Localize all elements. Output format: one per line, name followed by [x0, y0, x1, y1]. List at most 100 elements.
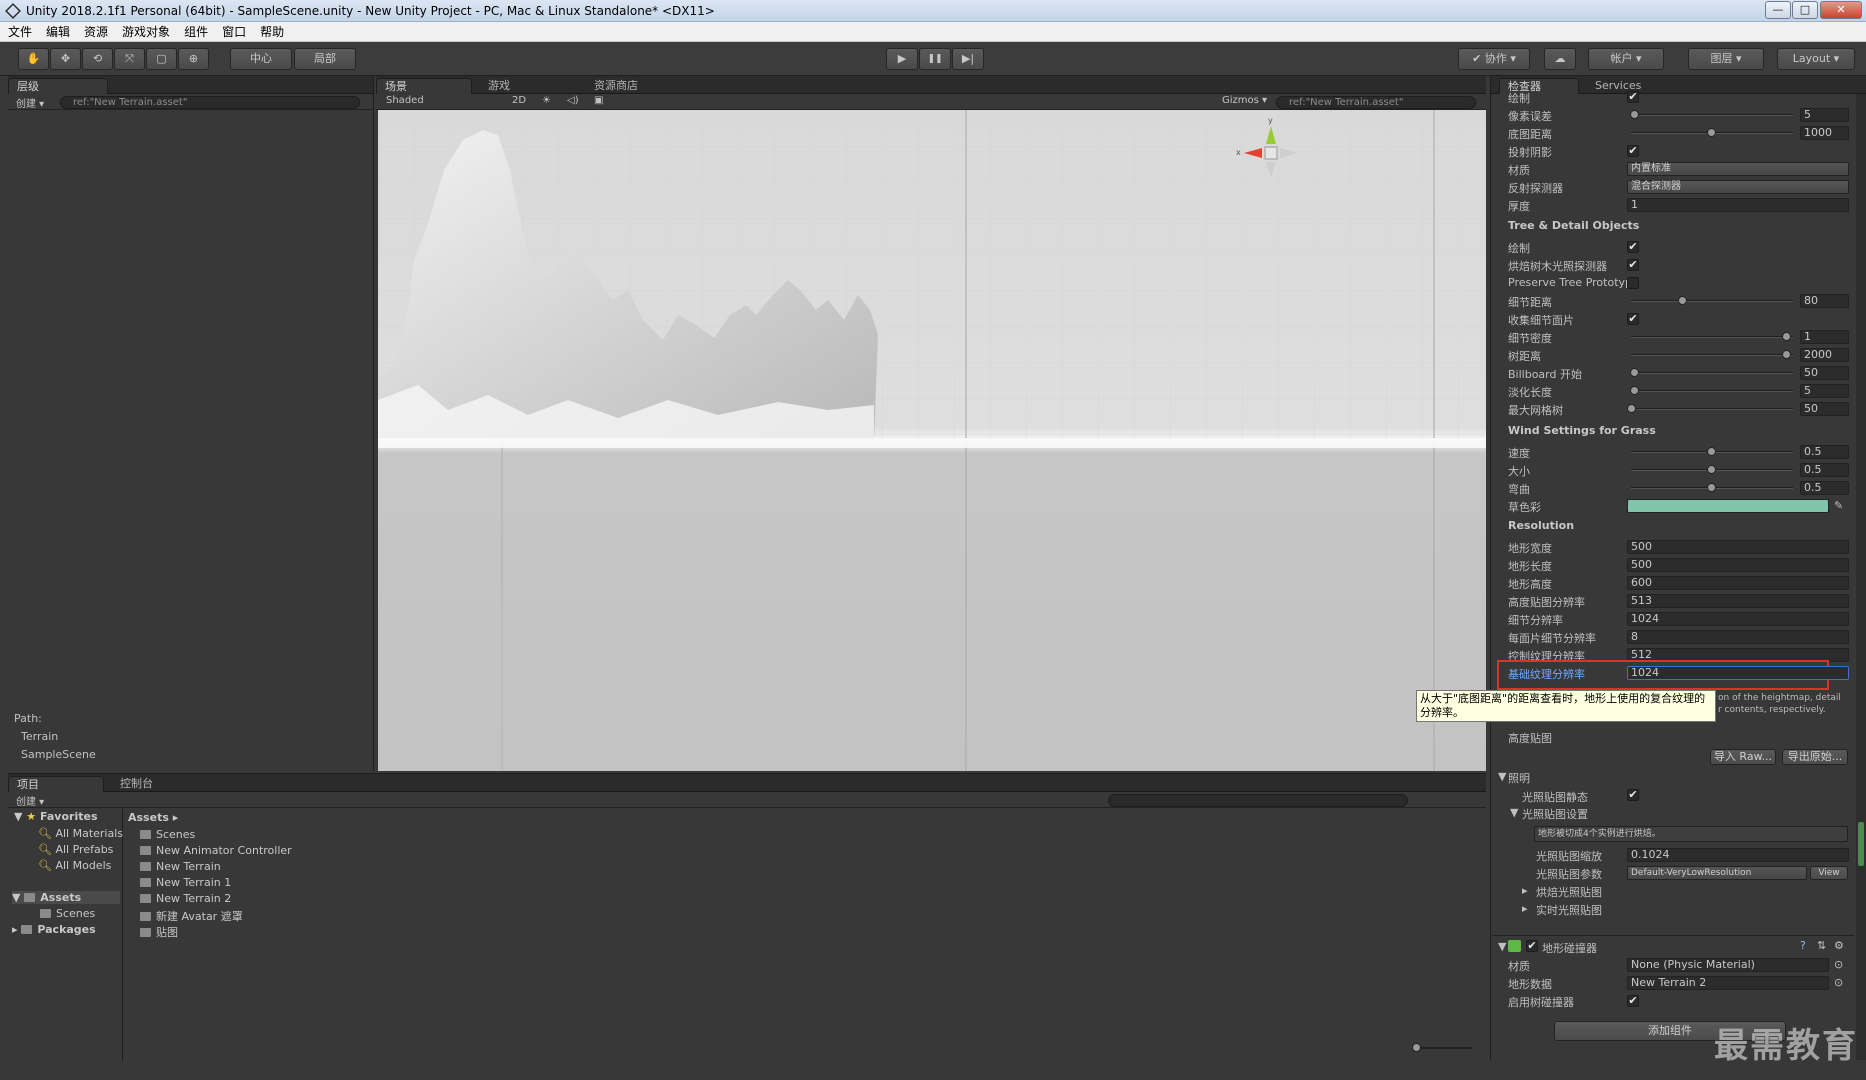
- scene-lighting-icon[interactable]: ☀: [542, 95, 551, 106]
- maximize-button[interactable]: □: [1792, 1, 1818, 19]
- resolution-input[interactable]: 500: [1627, 558, 1849, 572]
- resolution-input[interactable]: 600: [1627, 576, 1849, 590]
- packages-folder[interactable]: ▸ Packages: [12, 923, 96, 936]
- move-tool-icon[interactable]: ✥: [50, 48, 81, 70]
- help-icon[interactable]: ?: [1800, 939, 1806, 952]
- render-checkbox[interactable]: ✔: [1627, 91, 1639, 103]
- resolution-input[interactable]: 8: [1627, 630, 1849, 644]
- menu-gameobject[interactable]: 游戏对象: [116, 22, 176, 42]
- assets-folder[interactable]: ▼ Assets: [12, 891, 120, 904]
- wind-slider-knob[interactable]: [1707, 483, 1716, 492]
- wind-color-swatch[interactable]: [1627, 499, 1829, 513]
- baked-lightmap-label[interactable]: 烘焙光照贴图: [1536, 884, 1602, 900]
- lightmap-settings-foldout-icon[interactable]: ▼: [1510, 806, 1518, 819]
- project-file-item[interactable]: Scenes: [140, 828, 195, 841]
- project-file-item[interactable]: New Terrain 2: [140, 892, 231, 905]
- tree-detail-slider-track[interactable]: [1631, 372, 1793, 374]
- lightmap-view-button[interactable]: View: [1810, 866, 1848, 880]
- transform-tool-icon[interactable]: ⊕: [178, 48, 209, 70]
- scene-orientation-gizmo[interactable]: y x: [1236, 116, 1306, 188]
- wind-slider-knob[interactable]: [1707, 447, 1716, 456]
- project-breadcrumb[interactable]: Assets ▸: [128, 811, 178, 824]
- settings-gear-icon[interactable]: ⚙: [1834, 939, 1844, 952]
- path-item-scene[interactable]: SampleScene: [21, 748, 96, 761]
- tree-detail-value-input[interactable]: 5: [1800, 384, 1849, 398]
- menu-component[interactable]: 组件: [178, 22, 214, 42]
- project-splitter[interactable]: [122, 809, 123, 1061]
- scene-effects-icon[interactable]: ▣: [594, 95, 603, 106]
- path-item-terrain[interactable]: Terrain: [21, 730, 58, 743]
- layers-dropdown[interactable]: 图层 ▾: [1688, 48, 1764, 70]
- tree-detail-slider-track[interactable]: [1631, 300, 1793, 302]
- tree-detail-checkbox[interactable]: ✔: [1627, 313, 1639, 325]
- tree-detail-value-input[interactable]: 1: [1800, 330, 1849, 344]
- rect-tool-icon[interactable]: ▢: [146, 48, 177, 70]
- hierarchy-search-input[interactable]: ref:"New Terrain.asset": [60, 96, 360, 109]
- render-slider-knob[interactable]: [1707, 128, 1716, 137]
- zoom-slider[interactable]: [1412, 1043, 1472, 1052]
- tab-asset-store[interactable]: 资源商店: [586, 78, 646, 94]
- lightmap-static-checkbox[interactable]: ✔: [1627, 789, 1639, 801]
- tab-services[interactable]: Services: [1587, 78, 1649, 94]
- tab-project[interactable]: 项目: [8, 776, 104, 792]
- scene-viewport[interactable]: y x: [378, 110, 1486, 771]
- render-dropdown[interactable]: 混合探测器: [1627, 180, 1849, 194]
- wind-value-input[interactable]: 0.5: [1800, 481, 1849, 495]
- scenes-folder[interactable]: Scenes: [40, 907, 95, 920]
- export-raw-button[interactable]: 导出原始...: [1782, 749, 1848, 765]
- pause-button[interactable]: ❚❚: [919, 48, 951, 70]
- tab-hierarchy[interactable]: 层级: [8, 78, 108, 94]
- inspector-scrollbar[interactable]: [1856, 94, 1866, 1060]
- cloud-icon[interactable]: ☁: [1544, 48, 1576, 70]
- scale-tool-icon[interactable]: ⤧: [114, 48, 145, 70]
- collider-enabled-checkbox[interactable]: ✔: [1526, 940, 1538, 952]
- wind-value-input[interactable]: 0.5: [1800, 445, 1849, 459]
- realtime-lightmap-foldout-icon[interactable]: ▸: [1522, 902, 1528, 915]
- wind-eyedropper-icon[interactable]: ✎: [1834, 499, 1843, 512]
- render-input[interactable]: 1: [1627, 198, 1849, 212]
- tree-detail-slider-track[interactable]: [1631, 408, 1793, 410]
- 2d-toggle-button[interactable]: 2D: [512, 95, 526, 106]
- scrollbar-thumb[interactable]: [1858, 822, 1864, 866]
- tree-detail-value-input[interactable]: 50: [1800, 402, 1849, 416]
- tab-game[interactable]: 游戏: [480, 78, 518, 94]
- project-file-item[interactable]: New Terrain: [140, 860, 221, 873]
- project-file-item[interactable]: New Terrain 1: [140, 876, 231, 889]
- account-dropdown[interactable]: 帐户 ▾: [1588, 48, 1664, 70]
- hierarchy-create-button[interactable]: 创建 ▾: [16, 95, 44, 110]
- object-picker-icon[interactable]: ⊙: [1834, 976, 1843, 989]
- project-search-input[interactable]: [1108, 794, 1408, 807]
- project-file-item[interactable]: 贴图: [140, 924, 178, 940]
- fav-all-models[interactable]: 🔍︎ All Models: [38, 859, 111, 872]
- menu-assets[interactable]: 资源: [78, 22, 114, 42]
- space-toggle-button[interactable]: 局部: [294, 48, 356, 70]
- realtime-lightmap-label[interactable]: 实时光照贴图: [1536, 902, 1602, 918]
- menu-window[interactable]: 窗口: [216, 22, 252, 42]
- layout-dropdown[interactable]: Layout ▾: [1777, 48, 1855, 70]
- project-file-item[interactable]: 新建 Avatar 遮罩: [140, 908, 243, 924]
- gizmos-dropdown[interactable]: Gizmos ▾: [1222, 95, 1267, 106]
- tree-detail-checkbox[interactable]: ✔: [1627, 241, 1639, 253]
- collab-button[interactable]: ✔ 协作 ▾: [1458, 48, 1530, 70]
- lightmap-scale-input[interactable]: 0.1024: [1627, 848, 1849, 862]
- wind-slider-knob[interactable]: [1707, 465, 1716, 474]
- hand-tool-icon[interactable]: ✋: [18, 48, 49, 70]
- menu-edit[interactable]: 编辑: [40, 22, 76, 42]
- wind-value-input[interactable]: 0.5: [1800, 463, 1849, 477]
- tab-scene[interactable]: 场景: [376, 78, 472, 94]
- tree-detail-checkbox[interactable]: ✔: [1627, 259, 1639, 271]
- preset-icon[interactable]: ⇅: [1817, 939, 1826, 952]
- fav-all-prefabs[interactable]: 🔍︎ All Prefabs: [38, 843, 113, 856]
- menu-help[interactable]: 帮助: [254, 22, 290, 42]
- resolution-input[interactable]: 500: [1627, 540, 1849, 554]
- rotate-tool-icon[interactable]: ⟲: [82, 48, 113, 70]
- base-texture-resolution-input[interactable]: 1024: [1627, 666, 1849, 680]
- resolution-input[interactable]: 513: [1627, 594, 1849, 608]
- tree-detail-checkbox[interactable]: [1627, 277, 1639, 289]
- collider-field[interactable]: None (Physic Material): [1627, 958, 1829, 972]
- render-checkbox[interactable]: ✔: [1627, 145, 1639, 157]
- baked-lightmap-foldout-icon[interactable]: ▸: [1522, 884, 1528, 897]
- tree-detail-value-input[interactable]: 2000: [1800, 348, 1849, 362]
- scene-search-input[interactable]: ref:"New Terrain.asset": [1276, 96, 1476, 109]
- close-button[interactable]: ✕: [1820, 1, 1862, 19]
